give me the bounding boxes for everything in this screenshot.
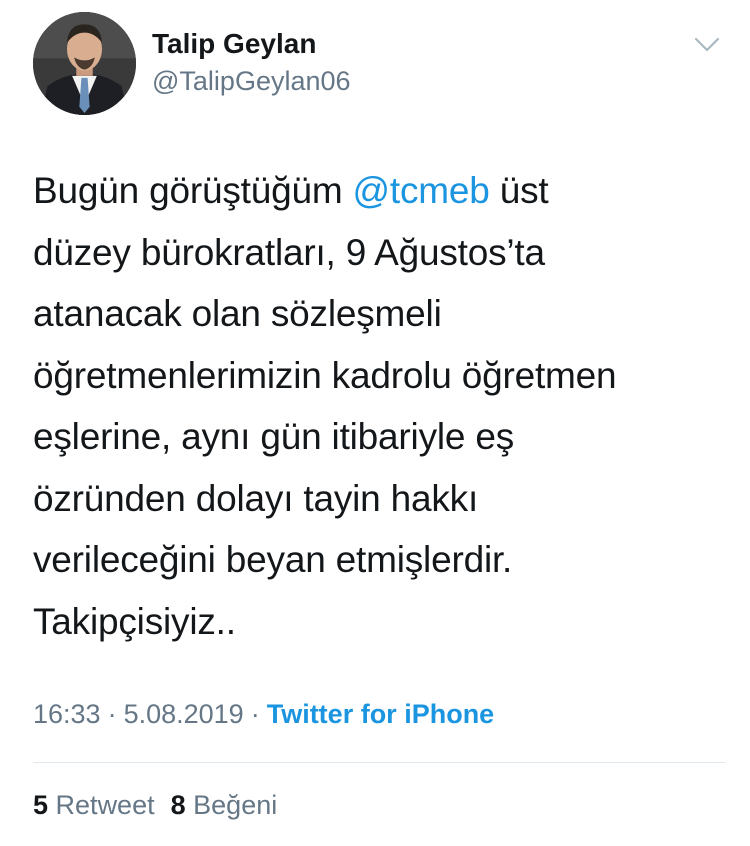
tweet-line: özründen dolayı tayin hakkı (33, 477, 479, 519)
tweet-stats: 5 Retweet 8 Beğeni (33, 790, 277, 821)
tweet-line: atanacak olan sözleşmeli (33, 293, 442, 334)
tweet-date[interactable]: 5.08.2019 (124, 699, 244, 729)
tweet-source-link[interactable]: Twitter for iPhone (267, 699, 495, 729)
mention-link[interactable]: @tcmeb (353, 170, 490, 211)
tweet-line: düzey bürokratları, 9 Ağustos’ta (33, 231, 545, 273)
tweet-line: Takipçisiyiz.. (33, 600, 236, 642)
avatar[interactable] (33, 12, 136, 115)
meta-separator: · (107, 699, 117, 729)
tweet-line: verileceğini beyan etmişlerdir. (33, 539, 513, 580)
retweets-stat[interactable]: 5 Retweet (33, 790, 155, 820)
tweet-time[interactable]: 16:33 (33, 699, 101, 729)
tweet-text-segment: üst (489, 170, 549, 211)
tweet-line: Bugün görüştüğüm @tcmeb üst (33, 160, 723, 222)
tweet-text-segment: Bugün görüştüğüm (33, 170, 353, 211)
retweets-count: 5 (33, 790, 49, 820)
meta-separator: · (250, 699, 260, 729)
tweet-card: Talip Geylan @TalipGeylan06 Bugün görüşt… (0, 0, 750, 846)
likes-count: 8 (170, 790, 186, 820)
likes-stat[interactable]: 8 Beğeni (171, 790, 278, 820)
tweet-text: Bugün görüştüğüm @tcmeb üst düzey bürokr… (33, 160, 723, 652)
tweet-line: öğretmenlerimizin kadrolu öğretmen (33, 354, 617, 396)
likes-label: Beğeni (193, 790, 278, 820)
user-handle[interactable]: @TalipGeylan06 (152, 66, 351, 97)
tweet-meta: 16:33 · 5.08.2019 · Twitter for iPhone (33, 699, 494, 730)
chevron-down-icon[interactable] (694, 36, 720, 54)
display-name[interactable]: Talip Geylan (152, 28, 316, 60)
retweets-label: Retweet (55, 790, 155, 820)
divider (33, 762, 725, 763)
tweet-line: eşlerine, aynı gün itibariyle eş (33, 416, 515, 457)
